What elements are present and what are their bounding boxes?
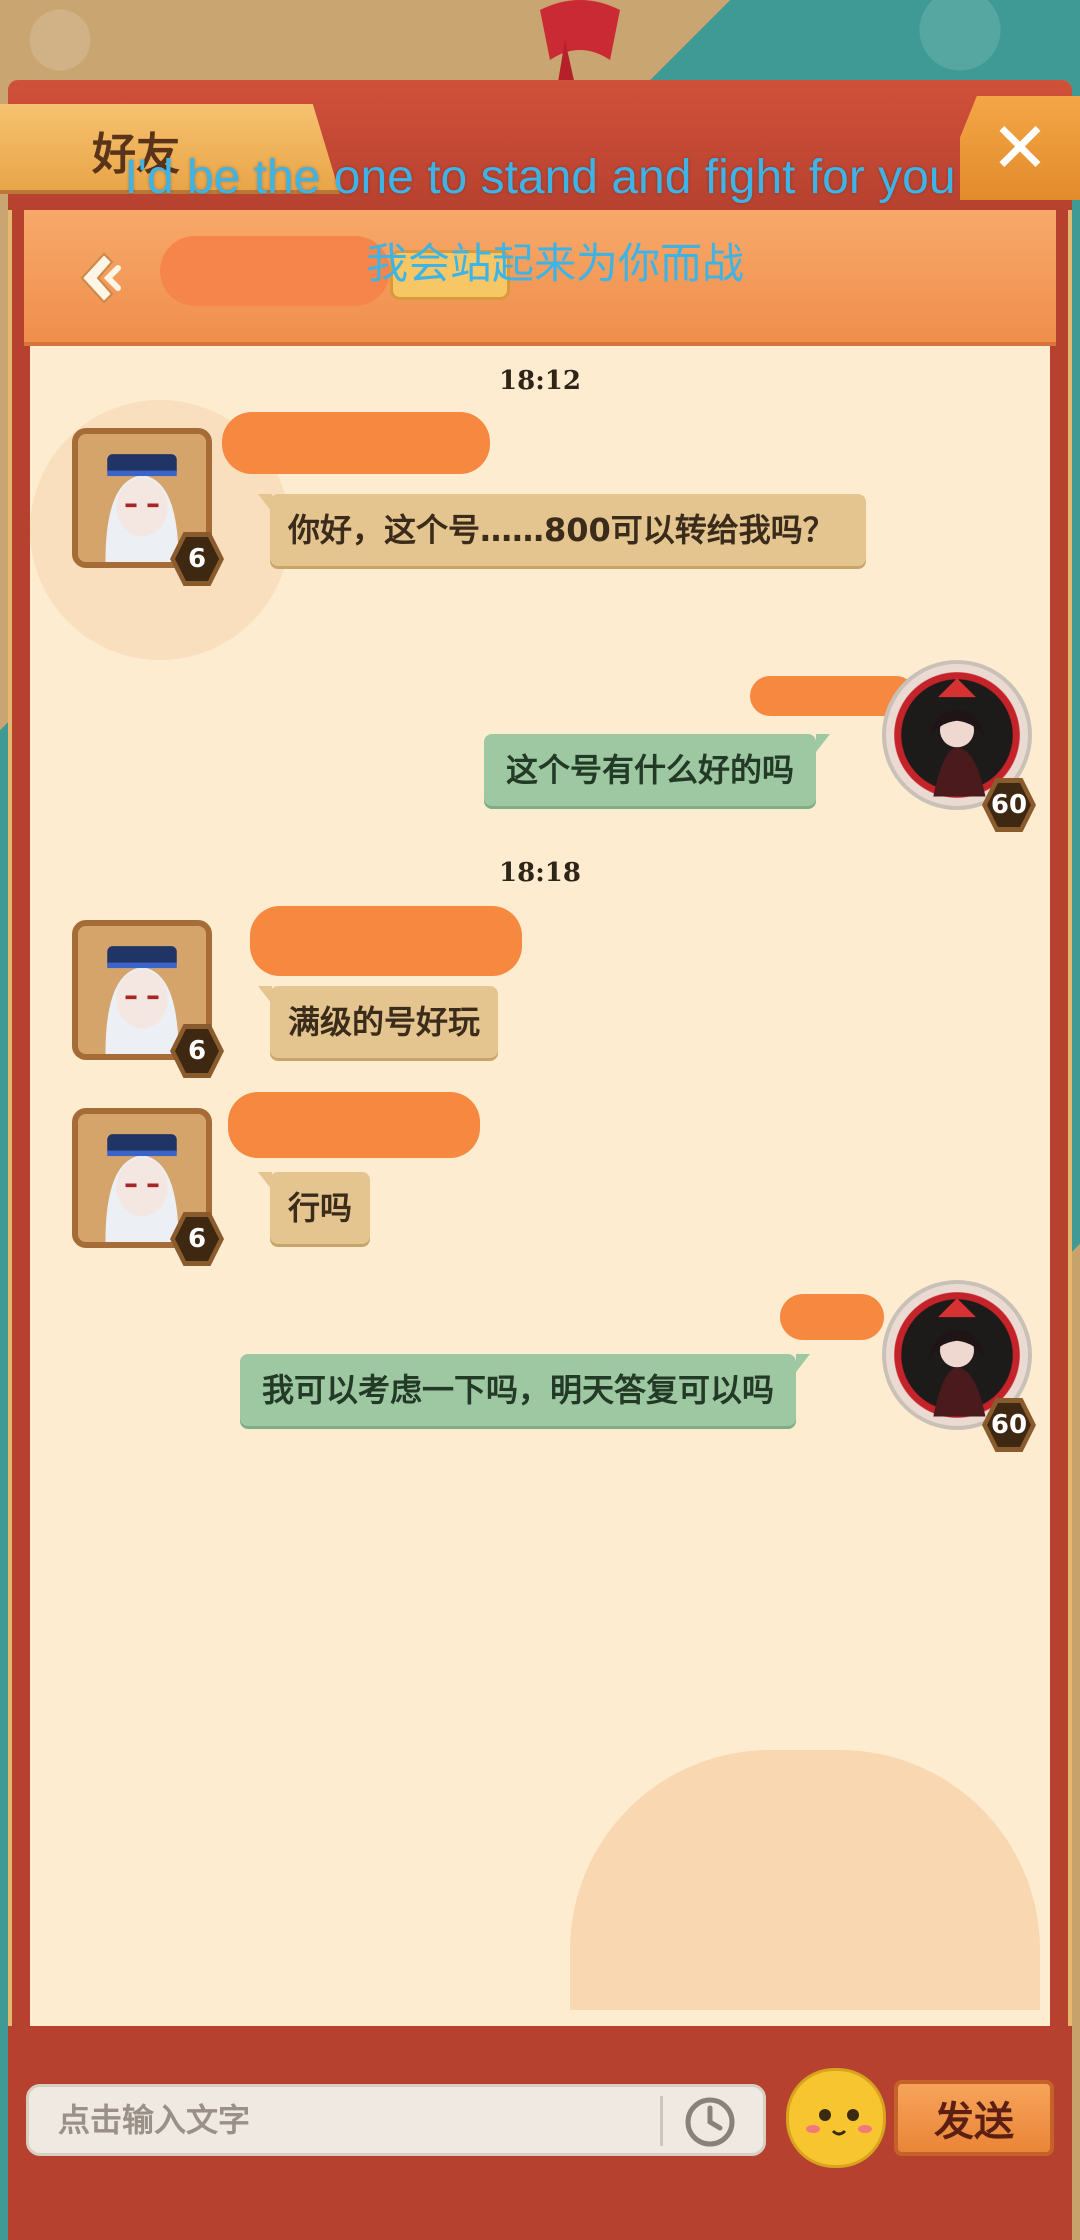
sender-name-redacted: [250, 906, 522, 976]
sender-name-redacted: [780, 1294, 884, 1340]
timestamp: 18:12: [499, 366, 581, 396]
message-bubble[interactable]: 你好，这个号……800可以转给我吗？: [258, 494, 866, 566]
message-input[interactable]: [58, 2097, 648, 2143]
emoji-face-icon: [806, 2109, 872, 2136]
sender-name-redacted: [228, 1092, 480, 1158]
message-bubble[interactable]: 满级的号好玩: [257, 986, 499, 1058]
history-button[interactable]: [680, 2092, 740, 2152]
clock-icon: [685, 2097, 735, 2147]
timestamp: 18:18: [499, 858, 581, 888]
emoji-button[interactable]: [786, 2068, 886, 2168]
message-bubble[interactable]: 这个号有什么好的吗: [484, 734, 831, 806]
input-divider: [660, 2096, 663, 2146]
subtitle-chinese: 我会站起来为你而战: [365, 239, 744, 288]
sender-name-redacted: [222, 412, 490, 474]
send-button[interactable]: 发送: [894, 2080, 1054, 2156]
message-bubble[interactable]: 我可以考虑一下吗，明天答复可以吗: [240, 1354, 811, 1426]
subtitle-english: I'd be the one to stand and fight for yo…: [124, 151, 956, 204]
message-bubble[interactable]: 行吗: [257, 1172, 371, 1244]
